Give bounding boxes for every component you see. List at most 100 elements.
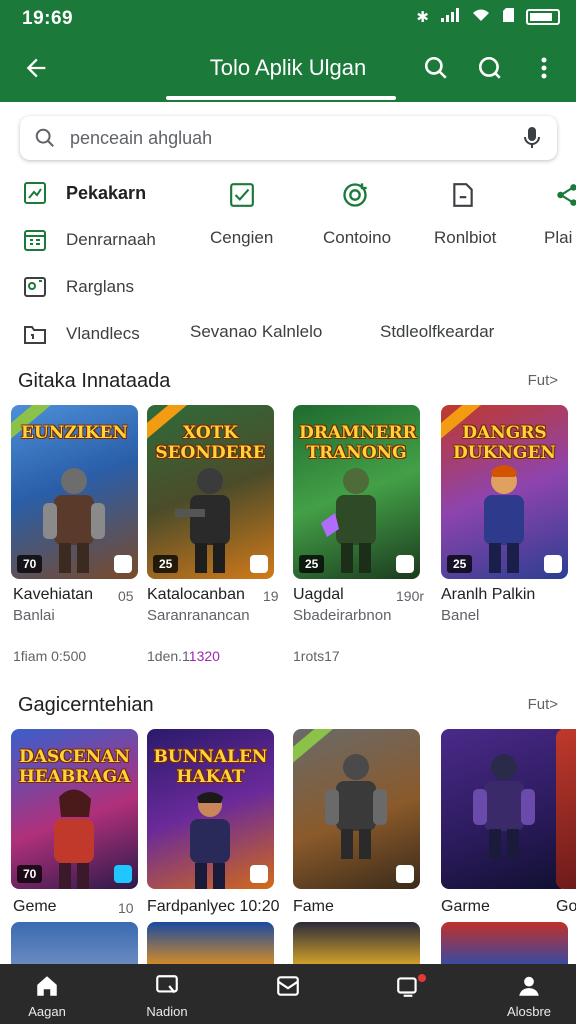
bottom-navigation: Aagan Nadion Alosbre [0, 964, 576, 1024]
mic-icon [524, 127, 540, 148]
game-name[interactable]: Aranlh Palkin [441, 586, 535, 604]
game-subtitle: Sbadeirarbnon [293, 607, 392, 624]
game-subtitle: Banlai [13, 607, 55, 624]
game-name[interactable]: Uagdal [293, 586, 344, 604]
category-item-vlandlecs[interactable]: Vlandlecs [22, 321, 140, 347]
game-price: 1rots17 [293, 648, 340, 664]
category-label: Pekakarn [66, 182, 147, 203]
nav-item-library[interactable] [363, 972, 453, 1004]
game-card[interactable] [441, 922, 568, 964]
game-name[interactable]: Go [556, 898, 576, 916]
nav-item-home[interactable]: Aagan [2, 972, 92, 1019]
category-icon-button[interactable] [552, 180, 576, 210]
game-card[interactable] [147, 922, 274, 964]
search-button[interactable] [416, 48, 456, 88]
status-bar: 19:69 ✱ [0, 0, 576, 36]
category-item-cengien[interactable]: Cengien [210, 228, 273, 248]
game-name[interactable]: Kavehiatan [13, 586, 93, 604]
app-actions [416, 48, 564, 88]
game-name[interactable]: Geme [13, 898, 57, 916]
document-icon [453, 183, 473, 207]
publisher-icon [114, 865, 132, 883]
nav-label: Alosbre [506, 1004, 552, 1019]
hero-artwork [321, 468, 376, 573]
search-icon [424, 56, 447, 79]
game-card[interactable]: BUNNALEN HAKAT [147, 729, 274, 889]
game-name[interactable]: Fardpanlyec 10:20 [147, 898, 280, 916]
game-card[interactable] [11, 922, 138, 964]
game-card[interactable] [293, 729, 420, 889]
status-time: 19:69 [22, 8, 74, 29]
section-title: Gitaka Innataada [18, 370, 171, 392]
category-item-ronlbiot[interactable]: Ronlbiot [434, 228, 496, 248]
screen-icon [156, 975, 178, 994]
lens-button[interactable] [470, 48, 510, 88]
price-value: 1320 [188, 648, 220, 664]
hero-artwork [325, 754, 387, 859]
price-value: 0:500 [51, 648, 87, 664]
mic-button[interactable] [507, 126, 557, 150]
game-name[interactable]: Garme [441, 898, 490, 916]
game-card[interactable]: DANGRS DUKNGEN 25 [441, 405, 568, 579]
publisher-icon [250, 865, 268, 883]
image-check-icon [230, 183, 254, 207]
publisher-icon [396, 865, 414, 883]
app-bar: Tolo Aplik Ulgan [0, 36, 576, 102]
category-item-denrarnaah[interactable]: Denrarnaah [22, 227, 156, 253]
more-vert-icon [541, 57, 547, 79]
lens-search-icon [478, 56, 501, 79]
battery-icon [526, 9, 560, 25]
chart-icon [22, 180, 48, 206]
game-card[interactable] [293, 922, 420, 964]
bluetooth-icon: ✱ [416, 9, 429, 26]
search-field-icon [20, 127, 70, 149]
tab-indicator [166, 96, 396, 100]
game-number: 190r [396, 588, 425, 604]
category-item-stdleolf[interactable]: Stdleolfkeardar [380, 322, 494, 342]
game-name[interactable]: Katalocanban [147, 586, 245, 604]
card-art-title: BUNNALEN HAKAT [153, 747, 268, 787]
rating-badge: 25 [447, 555, 473, 573]
game-subtitle: Banel [441, 607, 480, 624]
section-title: Gagicerntehian [18, 694, 154, 716]
card-art-title: DANGRS DUKNGEN [453, 423, 556, 463]
category-icon-button[interactable] [340, 180, 370, 210]
hero-artwork [54, 789, 94, 889]
hero-artwork [484, 465, 524, 573]
mail-box-icon [277, 976, 299, 996]
category-item-plai[interactable]: Plai [544, 228, 572, 248]
section-more-link[interactable]: Fut> [528, 372, 558, 389]
publisher-icon [544, 555, 562, 573]
price-prefix: 1fiam [13, 648, 48, 664]
game-name[interactable]: Fame [293, 898, 334, 916]
person-icon [519, 976, 539, 996]
nav-item-apps[interactable] [243, 972, 333, 1004]
rating-badge: 70 [17, 865, 43, 883]
nav-item-profile[interactable]: Alosbre [484, 972, 574, 1019]
section-more-link[interactable]: Fut> [528, 696, 558, 713]
category-icon-button[interactable] [227, 180, 257, 210]
game-card[interactable]: EUNZIKEN 70 [11, 405, 138, 579]
nav-item-games[interactable]: Nadion [122, 972, 212, 1019]
hero-artwork [43, 468, 105, 573]
game-card[interactable]: DRAMNERR TRANONG 25 [293, 405, 420, 579]
card-art-title: DRAMNERR TRANONG [299, 423, 417, 463]
category-icon-button[interactable] [448, 180, 478, 210]
category-item-rarglans[interactable]: Rarglans [22, 274, 134, 300]
search-input[interactable] [70, 127, 507, 149]
category-item-contoino[interactable]: Contoino [323, 228, 391, 248]
category-label: Rarglans [66, 277, 135, 296]
game-card[interactable]: XOTK SEONDERE 25 [147, 405, 274, 579]
home-icon [37, 976, 57, 996]
game-card[interactable] [441, 729, 568, 889]
more-options-button[interactable] [524, 48, 564, 88]
search-bar[interactable] [20, 116, 557, 160]
signal-icon [441, 8, 459, 26]
category-item-sevanao[interactable]: Sevanao Kalnlelo [190, 322, 322, 342]
rating-badge: 70 [17, 555, 43, 573]
game-card[interactable] [556, 729, 576, 889]
category-item-pekakarn[interactable]: Pekakarn [22, 180, 146, 206]
game-card[interactable]: DASCENAN HEABRAGA 70 [11, 729, 138, 889]
hero-artwork [175, 468, 230, 573]
nav-label: Nadion [146, 1004, 188, 1019]
